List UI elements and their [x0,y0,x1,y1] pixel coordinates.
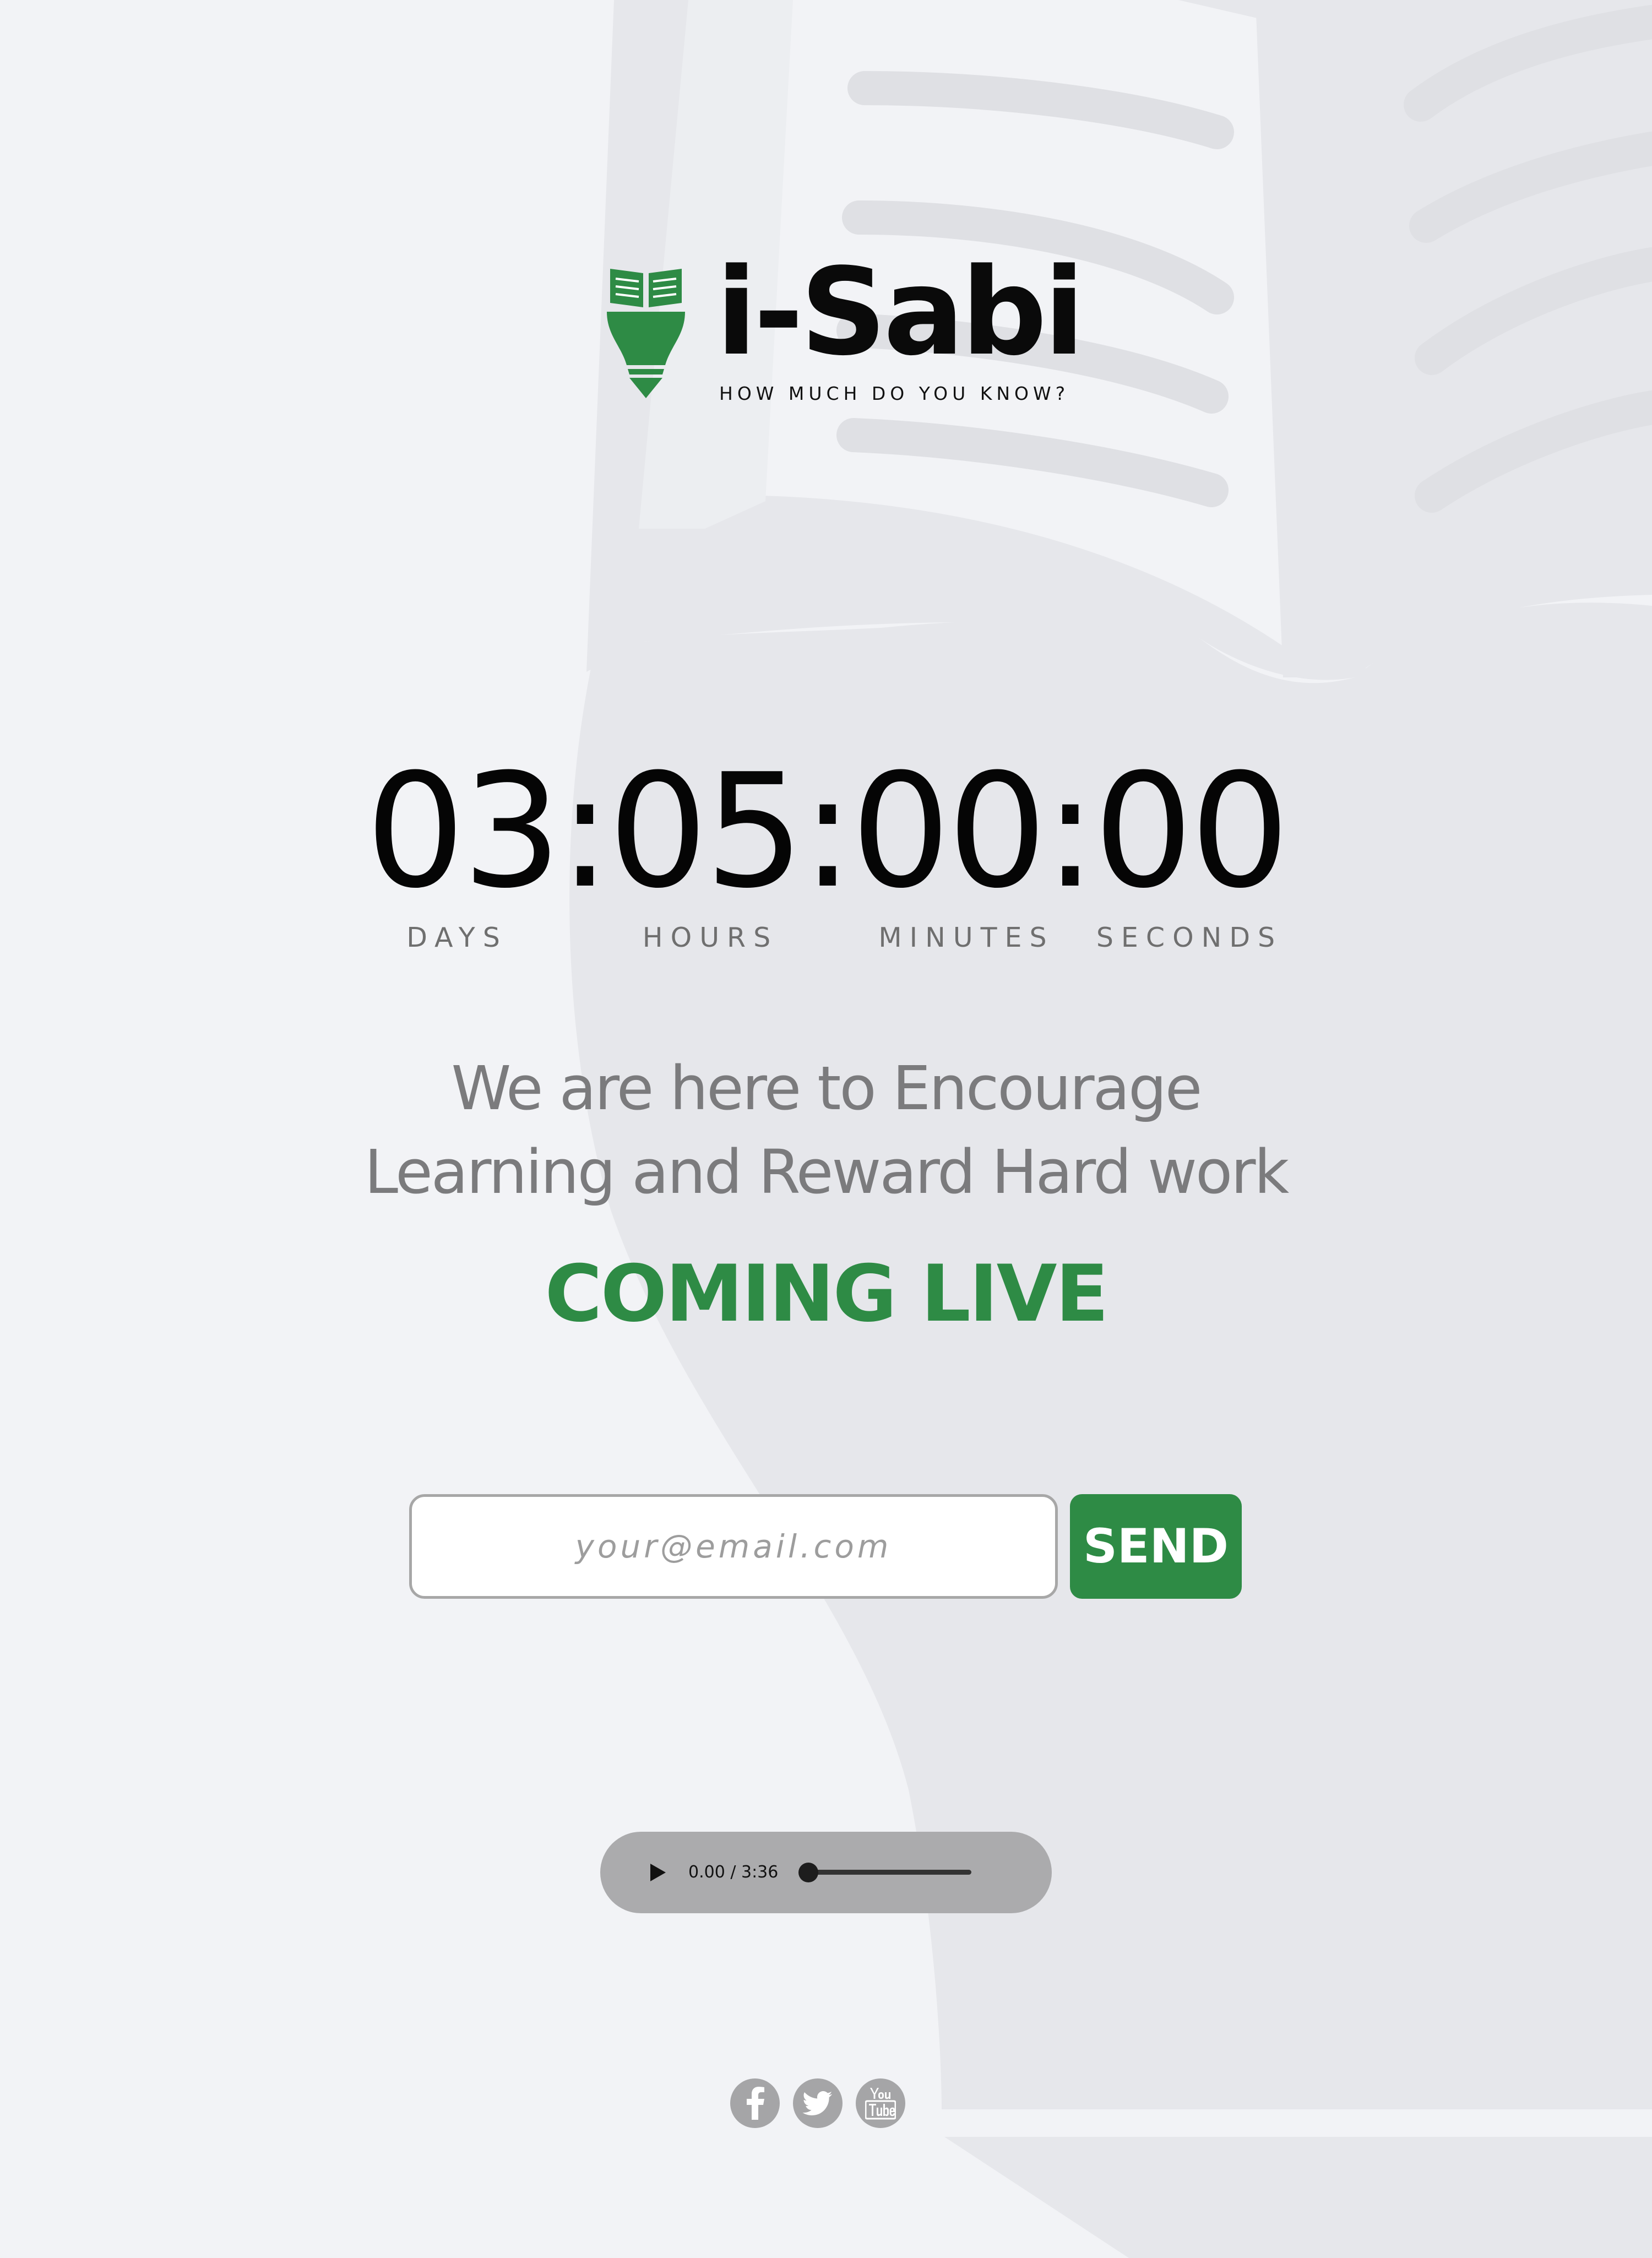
headline-line-2: Learning and Reward Hard work [364,1137,1289,1207]
audio-seek-bar[interactable] [807,1870,971,1875]
coming-live-heading: COMING LIVE [545,1249,1108,1339]
send-button[interactable]: SEND [1070,1494,1242,1599]
facebook-link[interactable] [730,2078,780,2128]
audio-time-display: 0.00 / 3:36 [688,1863,779,1882]
countdown-timer: 03:05:00:00 [365,740,1290,923]
headline-line-1: We are here to Encourage [451,1053,1203,1123]
audio-seek-thumb[interactable] [798,1863,818,1882]
countdown-label-seconds: SECONDS [1096,922,1283,953]
brand-name: i-Sabi [716,243,1085,382]
email-input[interactable] [409,1494,1058,1599]
countdown-label-minutes: MINUTES [878,922,1055,953]
book-bulb-icon [607,269,685,398]
twitter-link[interactable] [793,2078,843,2128]
countdown-label-hours: HOURS [642,922,779,953]
headline: We are here to Encourage Learning and Re… [275,1046,1377,1214]
play-button[interactable] [639,1853,677,1892]
countdown-label-days: DAYS [406,922,508,953]
brand-tagline: HOW MUCH DO YOU KNOW? [719,383,1070,404]
facebook-icon [747,2087,764,2120]
twitter-icon [802,2091,833,2115]
youtube-icon [865,2088,896,2120]
youtube-link[interactable] [856,2078,905,2128]
play-icon [650,1864,666,1881]
